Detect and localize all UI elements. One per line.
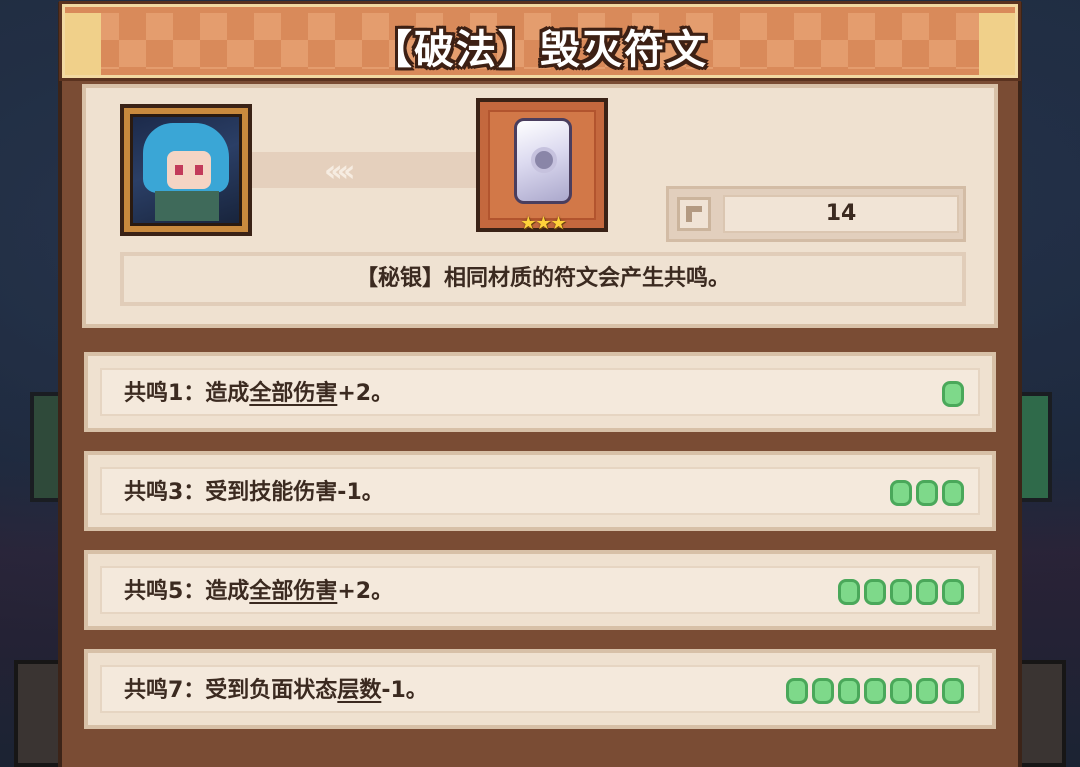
hero-portrait (130, 114, 242, 226)
resonance-rune-slot-icon (786, 678, 808, 704)
resonance-rune-slot-icon (916, 678, 938, 704)
resonance-rune-slot-icon (838, 579, 860, 605)
mithril-rune-icon (514, 118, 572, 204)
resonance-row-inner: 共鸣7：受到负面状态层数-1。 (100, 665, 980, 713)
resonance-rune-slot-icon (838, 678, 860, 704)
resonance-rune-slot-icon (942, 381, 964, 407)
rune-eye-icon (531, 147, 557, 173)
resonance-prefix: 共鸣5：造成 (124, 579, 250, 604)
resonance-text: 共鸣3：受到技能伤害-1。 (124, 469, 384, 517)
resonance-prefix: 共鸣1：造成 (124, 381, 250, 406)
resonance-rune-slot-icon (942, 480, 964, 506)
resonance-dots (786, 678, 964, 704)
resonance-rune-slot-icon (890, 579, 912, 605)
resonance-rune-slot-icon (864, 678, 886, 704)
resonance-prefix: 共鸣7：受到负面状态 (124, 678, 338, 703)
rune-description: 【秘银】相同材质的符文会产生共鸣。 (120, 252, 966, 306)
resonance-keyword-link[interactable]: 全部伤害 (249, 381, 337, 406)
resonance-rune-slot-icon (890, 480, 912, 506)
resonance-dots (890, 480, 964, 506)
resonance-rune-slot-icon (864, 579, 886, 605)
inventory-grid-icon (677, 197, 711, 231)
resonance-suffix: +2。 (337, 579, 394, 604)
rune-star-rating: ★★★ (520, 213, 566, 234)
title-bar: 【破法】毁灭符文 (59, 1, 1021, 81)
resonance-row-7: 共鸣7：受到负面状态层数-1。 (84, 649, 996, 729)
rune-icon-frame[interactable]: ★★★ (476, 98, 608, 234)
resonance-text: 共鸣7：受到负面状态层数-1。 (124, 667, 428, 715)
rune-info-card: ‹‹‹‹ ★★★ 14 【秘银】相同材质的符文会产生共鸣。 (82, 84, 998, 328)
resonance-dots (838, 579, 964, 605)
resonance-rune-slot-icon (812, 678, 834, 704)
resonance-text: 共鸣5：造成全部伤害+2。 (124, 568, 393, 616)
resonance-row-3: 共鸣3：受到技能伤害-1。 (84, 451, 996, 531)
panel-title: 【破法】毁灭符文 (372, 27, 708, 73)
resonance-keyword-link[interactable]: 层数 (337, 678, 381, 703)
hero-eye-left (175, 165, 183, 175)
hero-face (167, 151, 211, 189)
resonance-rune-slot-icon (916, 579, 938, 605)
resonance-prefix: 共鸣3：受到技能伤害-1。 (124, 480, 384, 505)
hero-eye-right (195, 165, 203, 175)
resonance-rune-slot-icon (916, 480, 938, 506)
resonance-rune-slot-icon (942, 579, 964, 605)
rune-count-box: 14 (666, 186, 966, 242)
resonance-suffix: +2。 (337, 381, 394, 406)
hero-avatar[interactable] (120, 104, 252, 236)
resonance-text: 共鸣1：造成全部伤害+2。 (124, 370, 393, 418)
resonance-row-inner: 共鸣3：受到技能伤害-1。 (100, 467, 980, 515)
resonance-row-inner: 共鸣5：造成全部伤害+2。 (100, 566, 980, 614)
link-arrows-icon: ‹‹‹‹ (324, 154, 356, 189)
resonance-row-1: 共鸣1：造成全部伤害+2。 (84, 352, 996, 432)
hero-body (155, 191, 219, 221)
link-bar (252, 152, 478, 188)
resonance-row-inner: 共鸣1：造成全部伤害+2。 (100, 368, 980, 416)
resonance-rune-slot-icon (890, 678, 912, 704)
resonance-row-5: 共鸣5：造成全部伤害+2。 (84, 550, 996, 630)
resonance-rune-slot-icon (942, 678, 964, 704)
resonance-dots (942, 381, 964, 407)
rune-count-value: 14 (723, 195, 959, 233)
resonance-suffix: -1。 (381, 678, 428, 703)
resonance-keyword-link[interactable]: 全部伤害 (249, 579, 337, 604)
